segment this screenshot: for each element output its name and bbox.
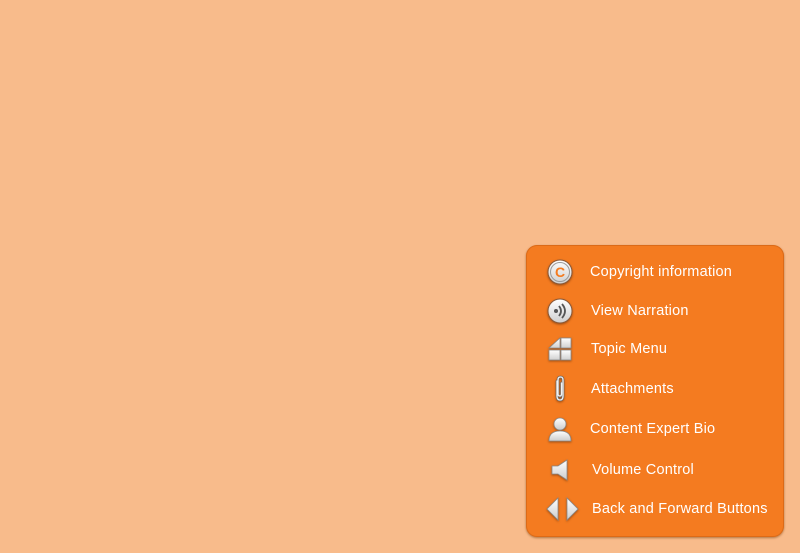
svg-text:C: C (555, 264, 565, 280)
legend-label-back-forward: Back and Forward Buttons (592, 501, 768, 517)
copyright-icon: C (545, 257, 575, 287)
button-legend-panel: C Copyright information View Narration T… (526, 245, 784, 537)
speaker-icon (546, 455, 576, 485)
legend-label-volume: Volume Control (592, 462, 694, 478)
topic-menu-icon (545, 334, 575, 364)
paperclip-icon (545, 374, 575, 404)
person-icon (545, 414, 575, 444)
legend-item-narration[interactable]: View Narration (526, 293, 784, 329)
legend-item-topic-menu[interactable]: Topic Menu (526, 331, 784, 367)
legend-item-copyright[interactable]: C Copyright information (526, 254, 784, 290)
narration-icon (545, 296, 575, 326)
legend-item-volume[interactable]: Volume Control (526, 452, 784, 488)
legend-item-attachments[interactable]: Attachments (526, 371, 784, 407)
slide-stage: C Copyright information View Narration T… (0, 0, 800, 553)
legend-label-attachments: Attachments (591, 381, 674, 397)
back-forward-arrows-icon (544, 494, 582, 524)
legend-label-topic-menu: Topic Menu (591, 341, 668, 357)
legend-item-expert-bio[interactable]: Content Expert Bio (526, 411, 784, 447)
legend-item-back-forward[interactable]: Back and Forward Buttons (526, 491, 784, 527)
legend-label-copyright: Copyright information (590, 264, 733, 280)
legend-label-narration: View Narration (591, 303, 689, 319)
legend-label-expert-bio: Content Expert Bio (590, 421, 716, 437)
